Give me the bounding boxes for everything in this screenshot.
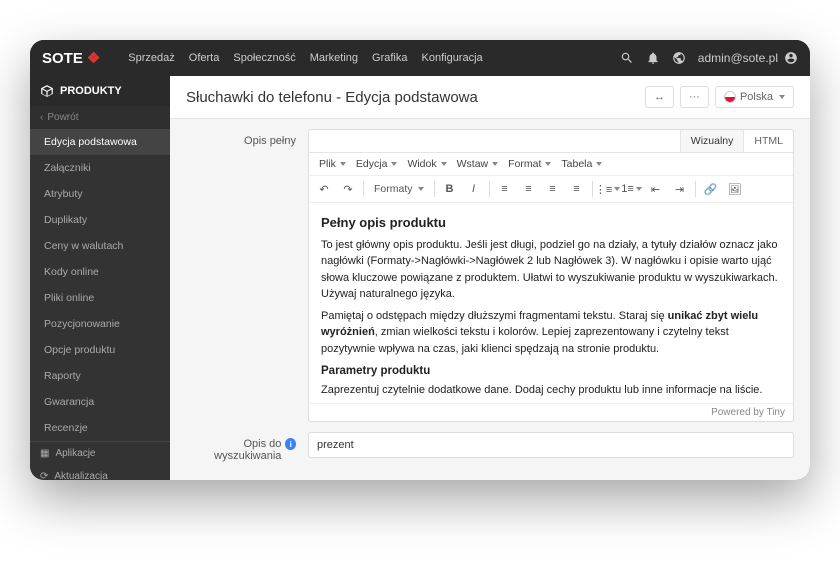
editor-powered-by: Powered by Tiny	[309, 403, 793, 421]
sidebar-item-reports[interactable]: Raporty	[30, 363, 170, 389]
menu-table[interactable]: Tabela	[557, 156, 606, 172]
align-justify-icon[interactable]: ≡	[566, 179, 588, 199]
sidebar-apps[interactable]: ▦Aplikacje	[30, 442, 170, 465]
sidebar: PRODUKTY ‹ Powrót Edycja podstawowa Załą…	[30, 76, 170, 480]
tab-html[interactable]: HTML	[743, 130, 793, 152]
brand-mark-icon: ❖	[87, 49, 100, 67]
brand-text: SOTE	[42, 50, 83, 67]
search-icon[interactable]	[620, 51, 634, 65]
sidebar-update[interactable]: ⟳Aktualizacja	[30, 465, 170, 480]
search-desc-input[interactable]	[308, 432, 794, 458]
content-p3: Zaprezentuj czytelnie dodatkowe dane. Do…	[321, 382, 781, 399]
brand-logo[interactable]: SOTE ❖	[42, 49, 100, 67]
sidebar-item-duplicates[interactable]: Duplikaty	[30, 207, 170, 233]
sidebar-item-reviews[interactable]: Recenzje	[30, 415, 170, 441]
tab-visual[interactable]: Wizualny	[680, 130, 744, 152]
sidebar-heading[interactable]: PRODUKTY	[30, 76, 170, 106]
sidebar-item-positioning[interactable]: Pozycjonowanie	[30, 311, 170, 337]
redo-icon[interactable]: ↷	[337, 179, 359, 199]
bold-icon[interactable]: B	[439, 179, 461, 199]
label-full-desc: Opis pełny	[186, 129, 296, 422]
move-button[interactable]: ↔	[645, 86, 674, 108]
content-heading: Pełny opis produktu	[321, 213, 781, 233]
content-p2: Pamiętaj o odstępach między dłuższymi fr…	[321, 308, 781, 358]
menu-format[interactable]: Format	[504, 156, 555, 172]
image-icon[interactable]: 🖼	[724, 179, 746, 199]
sidebar-item-files-online[interactable]: Pliki online	[30, 285, 170, 311]
menu-edit[interactable]: Edycja	[352, 156, 402, 172]
nav-marketing[interactable]: Marketing	[310, 52, 358, 64]
nav-config[interactable]: Konfiguracja	[422, 52, 483, 64]
user-avatar-icon	[784, 51, 798, 65]
formats-select[interactable]: Formaty	[368, 181, 430, 197]
editor-content[interactable]: Pełny opis produktu To jest główny opis …	[309, 203, 793, 403]
align-center-icon[interactable]: ≡	[518, 179, 540, 199]
notifications-icon[interactable]	[646, 51, 660, 65]
nav-sales[interactable]: Sprzedaż	[128, 52, 174, 64]
sidebar-item-codes-online[interactable]: Kody online	[30, 259, 170, 285]
nav-graphics[interactable]: Grafika	[372, 52, 407, 64]
outdent-icon[interactable]: ⇤	[645, 179, 667, 199]
undo-icon[interactable]: ↶	[313, 179, 335, 199]
top-nav: Sprzedaż Oferta Społeczność Marketing Gr…	[128, 52, 619, 64]
more-button[interactable]: ···	[680, 86, 709, 108]
align-right-icon[interactable]: ≡	[542, 179, 564, 199]
cube-icon	[40, 84, 54, 98]
editor-menubar: Plik Edycja Widok Wstaw Format Tabela	[309, 153, 793, 176]
bullet-list-icon[interactable]: ⋮≡	[597, 179, 619, 199]
editor-toolbar: ↶ ↷ Formaty B I ≡ ≡ ≡	[309, 176, 793, 203]
sidebar-back[interactable]: ‹ Powrót	[30, 106, 170, 129]
chevron-left-icon: ‹	[40, 112, 43, 123]
sidebar-item-product-options[interactable]: Opcje produktu	[30, 337, 170, 363]
content-p1: To jest główny opis produktu. Jeśli jest…	[321, 237, 781, 303]
nav-offer[interactable]: Oferta	[189, 52, 220, 64]
menu-view[interactable]: Widok	[403, 156, 450, 172]
sidebar-item-basic-edit[interactable]: Edycja podstawowa	[30, 129, 170, 155]
align-left-icon[interactable]: ≡	[494, 179, 516, 199]
menu-file[interactable]: Plik	[315, 156, 350, 172]
content-subheading: Parametry produktu	[321, 363, 781, 380]
user-email: admin@sote.pl	[698, 51, 778, 65]
label-search-desc: Opis do wyszukiwania i	[186, 432, 296, 462]
nav-community[interactable]: Społeczność	[233, 52, 295, 64]
globe-icon[interactable]	[672, 51, 686, 65]
sidebar-item-attributes[interactable]: Atrybuty	[30, 181, 170, 207]
link-icon[interactable]: 🔗	[700, 179, 722, 199]
flag-poland-icon	[724, 91, 736, 103]
sidebar-item-attachments[interactable]: Załączniki	[30, 155, 170, 181]
info-icon[interactable]: i	[285, 438, 296, 450]
number-list-icon[interactable]: 1≡	[621, 179, 643, 199]
italic-icon[interactable]: I	[463, 179, 485, 199]
menu-insert[interactable]: Wstaw	[453, 156, 503, 172]
rich-text-editor: Wizualny HTML Plik Edycja Widok Wstaw Fo…	[308, 129, 794, 422]
locale-selector[interactable]: Polska	[715, 86, 794, 108]
grid-icon: ▦	[40, 448, 49, 459]
sidebar-item-currency-prices[interactable]: Ceny w walutach	[30, 233, 170, 259]
refresh-icon: ⟳	[40, 471, 48, 480]
indent-icon[interactable]: ⇥	[669, 179, 691, 199]
page-title: Słuchawki do telefonu - Edycja podstawow…	[186, 89, 645, 106]
sidebar-item-warranty[interactable]: Gwarancja	[30, 389, 170, 415]
user-menu[interactable]: admin@sote.pl	[698, 51, 798, 65]
